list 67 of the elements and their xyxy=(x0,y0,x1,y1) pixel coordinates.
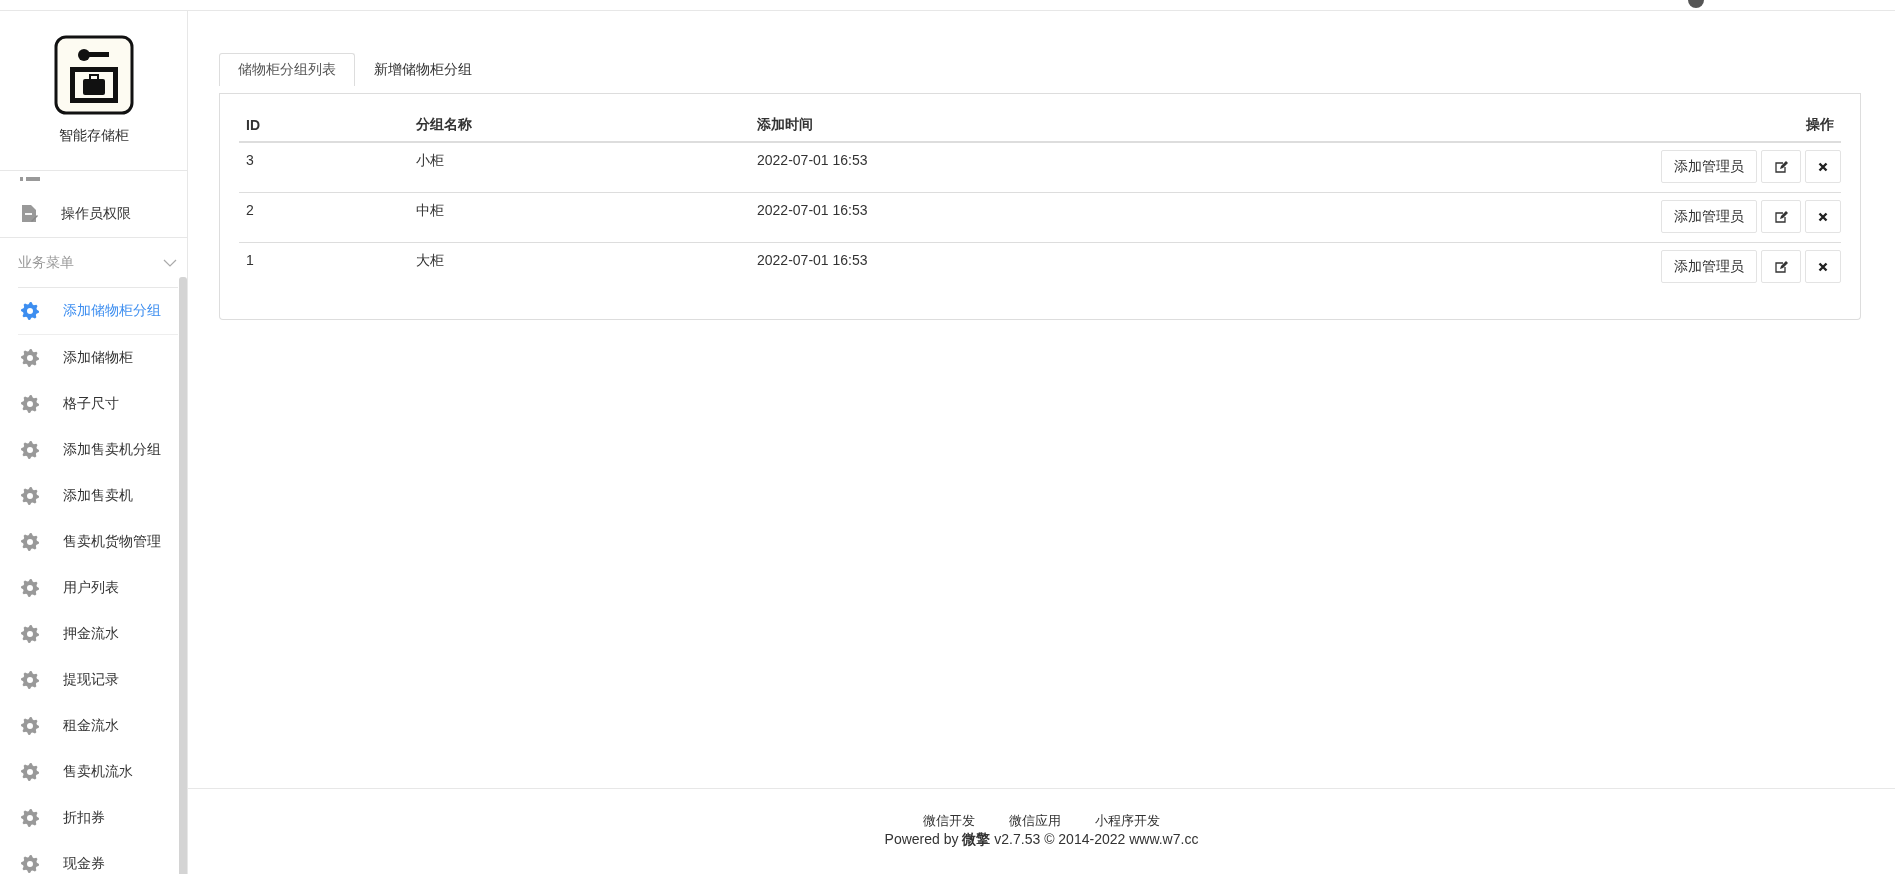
tab[interactable]: 储物柜分组列表 xyxy=(219,53,355,86)
add-admin-button[interactable]: 添加管理员 xyxy=(1661,150,1757,183)
add-admin-button[interactable]: 添加管理员 xyxy=(1661,250,1757,283)
gear-icon xyxy=(20,394,40,414)
gear-icon xyxy=(20,762,40,782)
gear-icon xyxy=(20,854,40,874)
delete-button[interactable] xyxy=(1805,150,1841,183)
menu-item[interactable]: 用户列表 xyxy=(18,565,178,611)
gear-icon xyxy=(20,808,40,828)
menu-item[interactable]: 折扣券 xyxy=(18,795,178,841)
table-cell: 大柜 xyxy=(416,252,444,268)
sidebar-item[interactable]: 操作员权限 xyxy=(0,191,187,237)
add-admin-button[interactable]: 添加管理员 xyxy=(1661,200,1757,233)
table-cell: 2022-07-01 16:53 xyxy=(757,152,868,168)
edit-button[interactable] xyxy=(1761,150,1801,183)
avatar-icon[interactable] xyxy=(1687,0,1705,9)
menu-item[interactable]: 格子尺寸 xyxy=(18,381,178,427)
gear-icon xyxy=(20,578,40,598)
edit-button[interactable] xyxy=(1761,200,1801,233)
edit-button[interactable] xyxy=(1761,250,1801,283)
gear-icon xyxy=(20,670,40,690)
column-header: ID xyxy=(246,116,260,133)
menu-item[interactable]: 添加售卖机分组 xyxy=(18,427,178,473)
menu-item[interactable]: 售卖机流水 xyxy=(18,749,178,795)
tab[interactable]: 新增储物柜分组 xyxy=(355,53,491,86)
column-header: 添加时间 xyxy=(757,115,813,132)
footer-link[interactable]: 微信应用 xyxy=(1009,812,1061,830)
column-header: 操作 xyxy=(1806,115,1834,132)
cross-icon xyxy=(1818,161,1828,172)
menu-item[interactable]: 添加售卖机 xyxy=(18,473,178,519)
gear-icon xyxy=(20,348,40,368)
footer-link[interactable]: 小程序开发 xyxy=(1095,812,1160,830)
menu-item[interactable]: 现金券 xyxy=(18,841,178,874)
table-cell: 3 xyxy=(246,152,254,168)
gear-icon xyxy=(20,440,40,460)
gear-icon xyxy=(20,486,40,506)
cross-icon xyxy=(1818,261,1828,272)
menu-item[interactable]: 押金流水 xyxy=(18,611,178,657)
chevron-down-icon xyxy=(163,258,177,267)
delete-button[interactable] xyxy=(1805,200,1841,233)
edit-icon xyxy=(1774,260,1788,273)
app-name: 智能存储柜 xyxy=(58,127,129,145)
footer-link[interactable]: 微信开发 xyxy=(923,812,975,830)
menu-item[interactable]: 添加储物柜分组 xyxy=(18,288,178,335)
list-icon xyxy=(20,176,40,184)
delete-button[interactable] xyxy=(1805,250,1841,283)
menu-item[interactable]: 提现记录 xyxy=(18,657,178,703)
scrollbar[interactable] xyxy=(179,277,187,874)
gear-icon xyxy=(20,716,40,736)
edit-icon xyxy=(1774,160,1788,173)
menu-item[interactable]: 添加储物柜 xyxy=(18,335,178,381)
table-cell: 2022-07-01 16:53 xyxy=(757,202,868,218)
document-edit-icon xyxy=(20,204,38,224)
column-header: 分组名称 xyxy=(416,115,472,132)
cross-icon xyxy=(1818,211,1828,222)
gear-icon xyxy=(20,624,40,644)
gear-icon xyxy=(20,532,40,552)
table-cell: 2022-07-01 16:53 xyxy=(757,252,868,268)
table-cell: 小柜 xyxy=(416,152,444,168)
table-cell: 1 xyxy=(246,252,254,268)
menu-item[interactable]: 售卖机货物管理 xyxy=(18,519,178,565)
menu-item[interactable]: 租金流水 xyxy=(18,703,178,749)
table-cell: 中柜 xyxy=(416,202,444,218)
table-cell: 2 xyxy=(246,202,254,218)
gear-icon xyxy=(20,301,40,321)
edit-icon xyxy=(1774,210,1788,223)
powered-by-text: Powered by 微擎 v2.7.53 © 2014-2022 www.w7.cc xyxy=(884,831,1199,849)
